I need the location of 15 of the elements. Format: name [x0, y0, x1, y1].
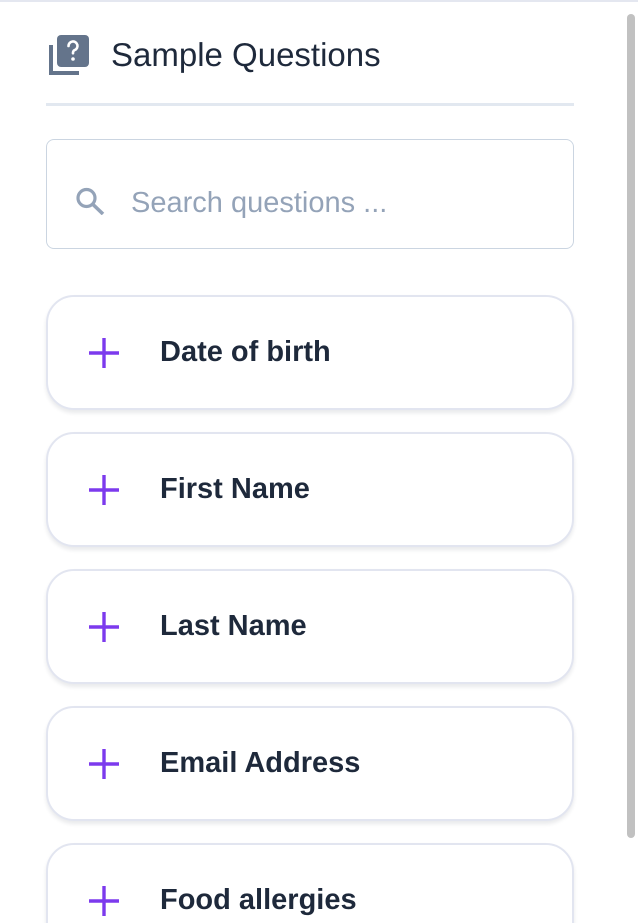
add-question-button[interactable]: Last Name [46, 569, 574, 684]
question-stack-icon [49, 35, 89, 75]
add-question-button[interactable]: Date of birth [46, 295, 574, 410]
plus-icon [89, 886, 119, 916]
add-question-button[interactable]: Food allergies [46, 843, 574, 923]
plus-icon [89, 612, 119, 642]
search-field[interactable]: Search questions ... [46, 139, 574, 249]
panel-title: Sample Questions [111, 35, 381, 75]
add-question-button[interactable]: First Name [46, 432, 574, 547]
plus-icon [89, 748, 119, 778]
scrollbar-thumb[interactable] [626, 14, 634, 838]
plus-icon [89, 338, 119, 368]
plus-icon [89, 474, 119, 504]
add-question-button[interactable]: Email Address [46, 706, 574, 821]
search-icon [75, 187, 105, 215]
